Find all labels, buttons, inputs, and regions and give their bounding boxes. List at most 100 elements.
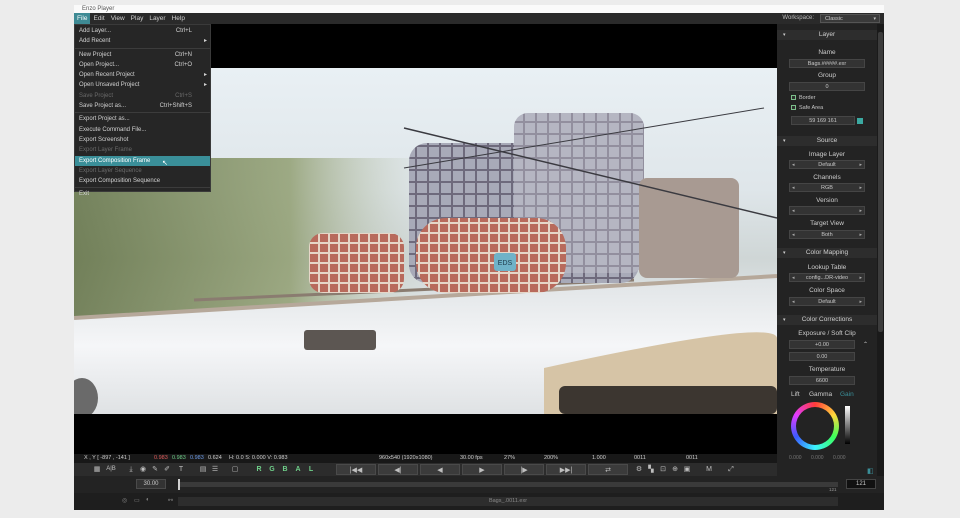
menu-item-execute-command-file[interactable]: Execute Command File... bbox=[75, 125, 210, 135]
channel-l-button[interactable]: L bbox=[306, 464, 316, 475]
gain-slider[interactable] bbox=[845, 406, 850, 444]
menu-play[interactable]: Play bbox=[128, 13, 147, 24]
menu-item-label: Save Project bbox=[79, 92, 114, 99]
exposure-field[interactable]: +0.00 bbox=[789, 340, 855, 349]
menu-item-export-project-as[interactable]: Export Project as... bbox=[75, 114, 210, 124]
download-icon[interactable]: ⤓ bbox=[126, 464, 136, 475]
menu-item-exit[interactable]: Exit bbox=[75, 189, 210, 199]
link-icon[interactable]: ⚯ bbox=[168, 497, 173, 504]
border-checkbox[interactable]: Border bbox=[791, 95, 816, 101]
layer-color-field[interactable]: 59 169 161 bbox=[791, 116, 855, 125]
version-select[interactable]: ◂ ▸ bbox=[789, 206, 865, 215]
layer-color-swatch[interactable] bbox=[857, 118, 863, 124]
section-source-header[interactable]: ▾ Source bbox=[777, 136, 877, 146]
pixel-green: 0.983 bbox=[172, 455, 186, 461]
menu-item-open-project[interactable]: Open Project... Ctrl+O bbox=[75, 60, 210, 70]
section-title: Color Mapping bbox=[805, 249, 849, 256]
fit-icon[interactable]: ⊡ bbox=[658, 464, 668, 475]
menu-item-save-project-as[interactable]: Save Project as... Ctrl+Shift+S bbox=[75, 101, 210, 111]
group-field[interactable]: 0 bbox=[789, 82, 865, 91]
playback-fps: 30.00 fps bbox=[460, 455, 483, 461]
chevron-left-icon: ◂ bbox=[792, 299, 795, 305]
workspace-select[interactable]: Classic ▾ bbox=[820, 14, 880, 23]
safe-area-checkbox[interactable]: Safe Area bbox=[791, 105, 823, 111]
pen-icon[interactable]: ✎ bbox=[150, 464, 160, 475]
frame-icon[interactable]: ▣ bbox=[682, 464, 692, 475]
pixel-ratio: 1.000 bbox=[592, 455, 606, 461]
lock-icon[interactable]: ▭ bbox=[134, 497, 140, 504]
lift-tab[interactable]: Lift bbox=[791, 391, 800, 398]
zoom-icon[interactable]: ⊕ bbox=[670, 464, 680, 475]
menu-item-add-recent[interactable]: Add Recent ▸ bbox=[75, 36, 210, 46]
menu-item-add-layer[interactable]: Add Layer... Ctrl+L bbox=[75, 26, 210, 36]
loop-button[interactable]: ⇄ bbox=[588, 464, 628, 475]
menu-view[interactable]: View bbox=[108, 13, 128, 24]
expand-icon[interactable]: ⤢ bbox=[726, 464, 736, 475]
menu-item-export-composition-sequence[interactable]: Export Composition Sequence bbox=[75, 176, 210, 186]
step-back-button[interactable]: ◀| bbox=[378, 464, 418, 475]
brush-icon[interactable]: ✐ bbox=[162, 464, 172, 475]
text-tool-button[interactable]: T bbox=[176, 464, 186, 475]
image-layer-select[interactable]: ◂ Default ▸ bbox=[789, 160, 865, 169]
solo-icon[interactable]: ◐ bbox=[146, 497, 150, 503]
menu-item-export-screenshot[interactable]: Export Screenshot bbox=[75, 135, 210, 145]
temperature-field[interactable]: 6600 bbox=[789, 376, 855, 385]
menu-item-export-composition-frame[interactable]: Export Composition Frame ↖ bbox=[75, 155, 210, 167]
properties-panel: ▾ Layer Name Bags.#####.exr Group 0 Borde… bbox=[777, 24, 884, 476]
menu-edit[interactable]: Edit bbox=[90, 13, 107, 24]
grid-icon[interactable]: ▦ bbox=[92, 464, 102, 475]
playhead[interactable] bbox=[178, 479, 180, 490]
settings-icon[interactable]: ⚙ bbox=[634, 464, 644, 475]
target-view-select[interactable]: ◂ Both ▸ bbox=[789, 230, 865, 239]
play-forward-button[interactable]: ▶ bbox=[462, 464, 502, 475]
panel-scrollbar-thumb[interactable] bbox=[878, 32, 883, 332]
frame-current: 0011 bbox=[634, 455, 646, 461]
menu-file[interactable]: File bbox=[74, 13, 91, 24]
list-icon[interactable]: ☰ bbox=[210, 464, 220, 475]
soft-clip-field[interactable]: 0.00 bbox=[789, 352, 855, 361]
step-forward-button[interactable]: |▶ bbox=[504, 464, 544, 475]
gamma-tab[interactable]: Gamma bbox=[809, 391, 832, 398]
timeline[interactable]: 30.00 121 121 bbox=[74, 476, 884, 493]
channel-g-button[interactable]: G bbox=[267, 464, 277, 475]
menu-item-new-project[interactable]: New Project Ctrl+N bbox=[75, 50, 210, 60]
channel-a-button[interactable]: A bbox=[293, 464, 303, 475]
eye-icon[interactable]: ◎ bbox=[122, 497, 127, 504]
gain-tab[interactable]: Gain bbox=[840, 391, 854, 398]
layer-strip[interactable]: Bags_.0011.exr bbox=[178, 497, 838, 506]
name-field[interactable]: Bags.#####.exr bbox=[789, 59, 865, 68]
file-menu-dropdown: Add Layer... Ctrl+L Add Recent ▸ New Proje… bbox=[74, 24, 211, 197]
color-picker-icon[interactable]: ◉ bbox=[138, 464, 148, 475]
fps-input[interactable]: 30.00 bbox=[136, 479, 166, 489]
panel-toggle-icon[interactable]: ◧ bbox=[867, 467, 874, 475]
menu-help[interactable]: Help bbox=[169, 13, 188, 24]
menu-item-label: Exit bbox=[79, 191, 90, 198]
channels-select[interactable]: ◂ RGB ▸ bbox=[789, 183, 865, 192]
go-to-end-button[interactable]: ▶▶| bbox=[546, 464, 586, 475]
channel-b-button[interactable]: B bbox=[280, 464, 290, 475]
timeline-track[interactable] bbox=[178, 482, 838, 487]
go-to-start-button[interactable]: |◀◀ bbox=[336, 464, 376, 475]
wheel-value-g: 0.000 bbox=[811, 455, 824, 461]
channel-r-button[interactable]: R bbox=[254, 464, 264, 475]
menu-item-open-recent-project[interactable]: Open Recent Project ▸ bbox=[75, 70, 210, 80]
section-color-mapping-header[interactable]: ▾ Color Mapping bbox=[777, 248, 877, 258]
end-frame-input[interactable]: 121 bbox=[846, 479, 876, 489]
menu-layer[interactable]: Layer bbox=[146, 13, 168, 24]
select-value: RGB bbox=[821, 185, 833, 191]
layers-icon[interactable]: ▤ bbox=[198, 464, 208, 475]
section-layer-header[interactable]: ▾ Layer bbox=[777, 30, 877, 40]
ab-compare-button[interactable]: A|B bbox=[104, 464, 118, 475]
menu-separator bbox=[75, 187, 210, 189]
skip-back-icon: |◀◀ bbox=[349, 467, 363, 474]
play-backward-button[interactable]: ◀ bbox=[420, 464, 460, 475]
link-chain-icon[interactable]: ⌃ bbox=[863, 341, 868, 348]
menu-item-open-unsaved-project[interactable]: Open Unsaved Project ▸ bbox=[75, 80, 210, 90]
checker-icon[interactable]: ▚ bbox=[646, 464, 656, 475]
color-wheel[interactable] bbox=[791, 402, 839, 450]
lookup-table-select[interactable]: ◂ config...DR-video ▸ bbox=[789, 273, 865, 282]
safe-area-icon[interactable]: ▢ bbox=[230, 464, 240, 475]
color-space-select[interactable]: ◂ Default ▸ bbox=[789, 297, 865, 306]
mode-button[interactable]: M bbox=[704, 464, 714, 475]
section-color-corrections-header[interactable]: ▾ Color Corrections bbox=[777, 315, 877, 325]
